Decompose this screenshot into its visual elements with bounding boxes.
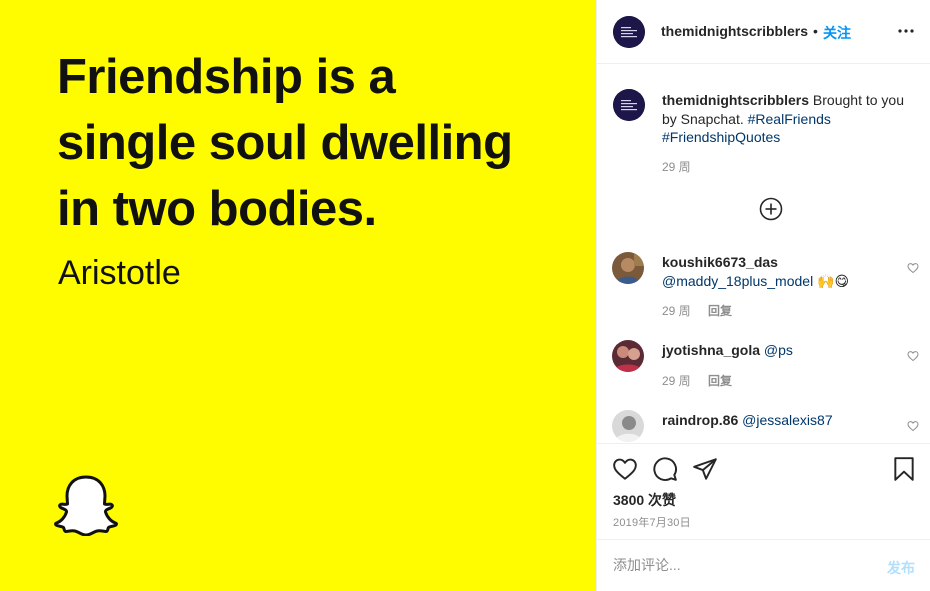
heart-icon[interactable]: [907, 350, 919, 362]
comment-meta: 29 周 回复: [662, 302, 746, 319]
like-count[interactable]: 3800 次赞: [613, 490, 676, 510]
post-image[interactable]: Friendship is a single soul dwelling in …: [0, 0, 596, 591]
add-comment-bar: 发布: [597, 539, 930, 591]
snapchat-ghost-icon: [54, 475, 118, 536]
heart-icon[interactable]: [612, 456, 638, 482]
profile-logo-icon: [613, 89, 645, 121]
share-icon[interactable]: [692, 456, 718, 482]
hashtag-link[interactable]: #FriendshipQuotes: [662, 129, 780, 145]
reply-button[interactable]: 回复: [708, 374, 732, 388]
caption-avatar[interactable]: [613, 89, 645, 121]
avatar[interactable]: [612, 410, 644, 442]
post-sidebar: themidnightscribblers • 关注 themidnightsc…: [596, 0, 930, 591]
comment-icon[interactable]: [652, 456, 678, 482]
comment-item: jyotishna_gola @ps 29 周 回复: [597, 340, 930, 410]
comment-item: raindrop.86 @jessalexis87: [597, 410, 930, 443]
comment-text: jyotishna_gola @ps: [662, 341, 892, 360]
more-options-icon[interactable]: [897, 22, 915, 40]
caption-text: themidnightscribblers Brought to you by …: [662, 91, 917, 147]
comment-item: koushik6673_das @maddy_18plus_model 🙌😋 2…: [597, 252, 930, 322]
mention-link[interactable]: @jessalexis87: [742, 412, 832, 428]
profile-avatar[interactable]: [613, 16, 645, 48]
plus-circle-icon[interactable]: [759, 197, 783, 221]
bookmark-icon[interactable]: [891, 456, 917, 482]
comments-list[interactable]: themidnightscribblers Brought to you by …: [597, 65, 930, 443]
comment-timestamp[interactable]: 29 周: [662, 374, 691, 388]
comment-emoji: 🙌😋: [817, 272, 850, 289]
comment-meta: 29 周 回复: [662, 372, 746, 389]
quote-text: Friendship is a single soul dwelling in …: [57, 44, 577, 242]
comment-timestamp[interactable]: 29 周: [662, 304, 691, 318]
header-username[interactable]: themidnightscribblers: [661, 23, 808, 39]
mention-link[interactable]: @maddy_18plus_model: [662, 273, 813, 289]
reply-button[interactable]: 回复: [708, 304, 732, 318]
avatar[interactable]: [612, 252, 644, 284]
post-date[interactable]: 2019年7月30日: [613, 514, 691, 530]
quote-line: Friendship is a: [57, 50, 396, 104]
comment-text: raindrop.86 @jessalexis87: [662, 411, 892, 430]
post-header: themidnightscribblers • 关注: [597, 0, 930, 64]
quote-line: in two bodies.: [57, 182, 377, 236]
hashtag-link[interactable]: #RealFriends: [748, 111, 831, 127]
mention-link[interactable]: @ps: [764, 342, 793, 358]
comment-username[interactable]: koushik6673_das: [662, 254, 778, 270]
post-comment-button[interactable]: 发布: [887, 558, 915, 578]
caption-timestamp[interactable]: 29 周: [662, 158, 691, 175]
avatar[interactable]: [612, 340, 644, 372]
comment-text: koushik6673_das @maddy_18plus_model 🙌😋: [662, 253, 892, 290]
quote-author: Aristotle: [58, 254, 181, 292]
separator-dot: •: [813, 23, 818, 39]
follow-button[interactable]: 关注: [823, 23, 851, 43]
profile-logo-icon: [613, 16, 645, 48]
comment-input[interactable]: [613, 557, 863, 573]
post-actions: 3800 次赞 2019年7月30日: [597, 443, 930, 539]
quote-line: single soul dwelling: [57, 116, 513, 170]
comment-username[interactable]: jyotishna_gola: [662, 342, 760, 358]
heart-icon[interactable]: [907, 420, 919, 432]
heart-icon[interactable]: [907, 262, 919, 274]
caption-username[interactable]: themidnightscribblers: [662, 92, 809, 108]
comment-username[interactable]: raindrop.86: [662, 412, 738, 428]
